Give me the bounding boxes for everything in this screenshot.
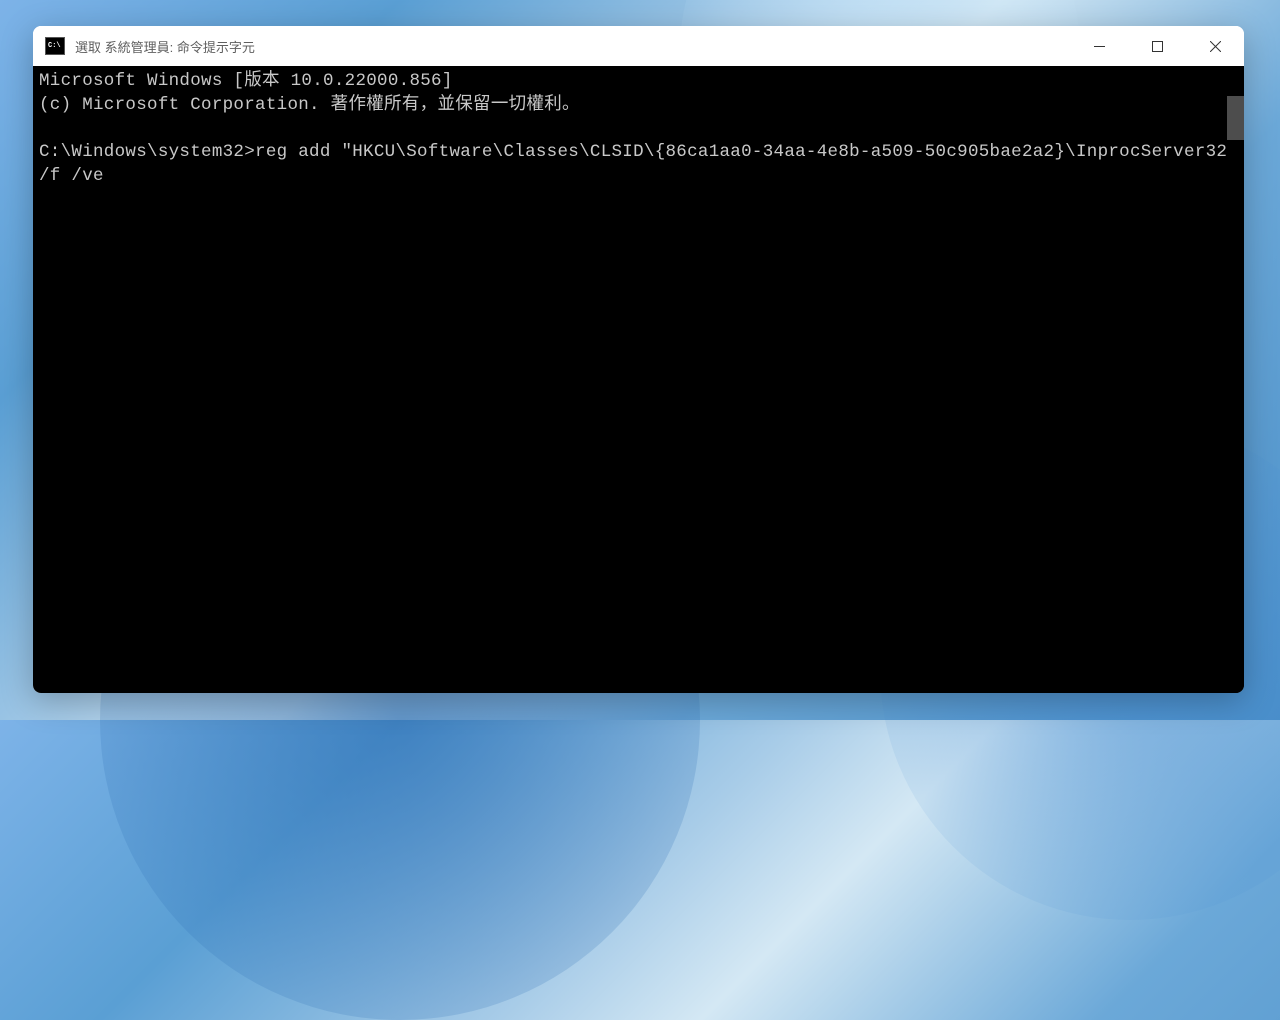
terminal-prompt-line: C:\Windows\system32>reg add "HKCU\Softwa… [39, 142, 1244, 186]
close-button[interactable] [1186, 26, 1244, 66]
close-icon [1210, 41, 1221, 52]
terminal-area[interactable]: Microsoft Windows [版本 10.0.22000.856] (c… [33, 66, 1244, 693]
terminal-line: (c) Microsoft Corporation. 著作權所有，並保留一切權利… [39, 95, 580, 115]
minimize-button[interactable] [1070, 26, 1128, 66]
terminal-output[interactable]: Microsoft Windows [版本 10.0.22000.856] (c… [33, 66, 1244, 192]
command-prompt-window: C:\ 選取 系統管理員: 命令提示字元 Microsoft Windows [… [33, 26, 1244, 693]
window-title: 選取 系統管理員: 命令提示字元 [75, 37, 1070, 56]
cmd-icon: C:\ [45, 37, 65, 55]
minimize-icon [1094, 41, 1105, 52]
titlebar[interactable]: C:\ 選取 系統管理員: 命令提示字元 [33, 26, 1244, 66]
maximize-button[interactable] [1128, 26, 1186, 66]
maximize-icon [1152, 41, 1163, 52]
terminal-line: Microsoft Windows [版本 10.0.22000.856] [39, 71, 453, 91]
window-controls [1070, 26, 1244, 66]
cmd-icon-text: C:\ [48, 42, 61, 50]
scrollbar-thumb[interactable] [1227, 96, 1244, 140]
scrollbar-track[interactable] [1227, 66, 1244, 693]
